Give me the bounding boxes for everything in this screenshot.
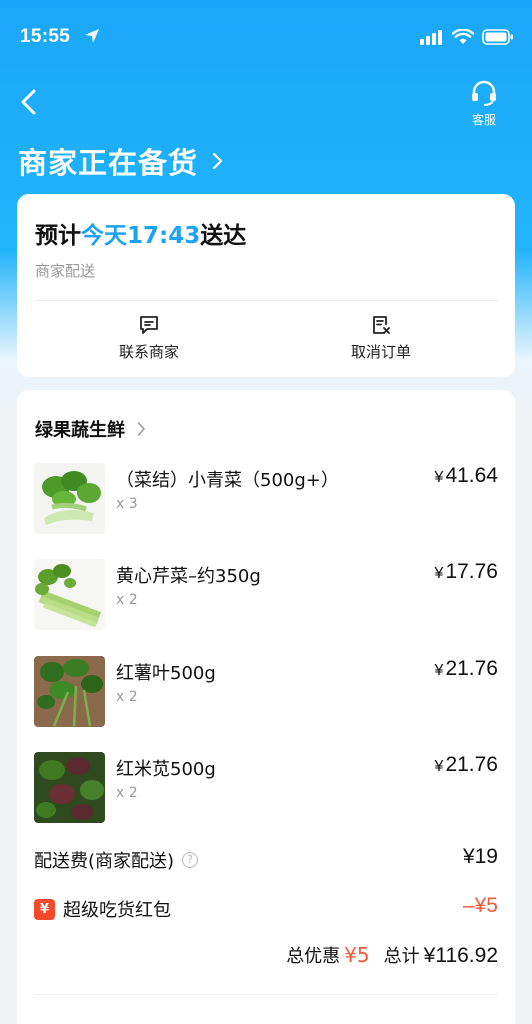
cancel-order-button[interactable]: 取消订单 <box>321 314 441 362</box>
order-totals: 总优惠 ¥5 总计 ¥116.92 <box>286 942 498 968</box>
headset-icon <box>472 80 496 106</box>
item-quantity: x 2 <box>116 785 138 801</box>
item-name: （菜结）小青菜（500g+） <box>116 470 339 491</box>
red-packet-value: –¥5 <box>462 894 498 917</box>
shop-name: 绿果蔬生鲜 <box>35 420 125 441</box>
signal-icon <box>420 29 444 49</box>
product-image <box>34 559 105 630</box>
red-packet-label: 超级吃货红包 <box>63 900 171 921</box>
item-price-value: 21.76 <box>445 657 498 680</box>
status-time: 15:55 <box>20 26 71 47</box>
item-quantity: x 2 <box>116 592 138 608</box>
currency-symbol: ¥ <box>434 565 444 582</box>
contact-merchant-label: 联系商家 <box>118 343 179 361</box>
message-icon <box>140 316 158 334</box>
delivery-fee-label-wrap: 配送费(商家配送) ? <box>34 847 199 873</box>
eta-prefix: 预计 <box>35 223 81 249</box>
customer-service-button[interactable]: 客服 <box>466 80 502 127</box>
customer-service-label: 客服 <box>471 113 496 127</box>
battery-icon <box>482 29 514 49</box>
item-quantity: x 2 <box>116 689 138 705</box>
item-price-value: 21.76 <box>445 753 498 776</box>
list-item[interactable]: 黄心芹菜–约350g x 2 ¥17.76 <box>34 559 498 631</box>
eta-text: 预计今天17:43送达 <box>35 216 246 250</box>
chevron-right-icon <box>212 152 223 170</box>
eta-time: 今天17:43 <box>81 223 201 249</box>
product-image <box>34 752 105 823</box>
item-price: ¥21.76 <box>435 657 498 681</box>
item-name: 红米苋500g <box>116 759 216 780</box>
item-price: ¥21.76 <box>435 753 498 777</box>
total-value: ¥116.92 <box>423 944 498 967</box>
status-indicators <box>420 28 514 49</box>
red-packet-row: ¥ 超级吃货红包 –¥5 <box>34 894 498 924</box>
divider <box>35 300 499 301</box>
wifi-icon <box>451 28 475 49</box>
item-price-value: 41.64 <box>445 464 498 487</box>
delivery-info-card: 预计今天17:43送达 商家配送 联系商家 取消订单 <box>17 194 515 377</box>
discount-value: ¥5 <box>344 943 370 967</box>
red-packet-label-wrap: ¥ 超级吃货红包 <box>34 896 171 922</box>
item-price: ¥17.76 <box>435 560 498 584</box>
shop-link[interactable]: 绿果蔬生鲜 <box>35 416 146 442</box>
total-label: 总计 <box>383 946 420 967</box>
location-arrow-icon <box>84 28 100 48</box>
chevron-right-icon <box>137 422 146 436</box>
currency-symbol: ¥ <box>434 469 444 486</box>
back-button[interactable] <box>16 86 46 118</box>
product-image <box>34 463 105 534</box>
chevron-left-icon <box>21 89 36 115</box>
eta-suffix: 送达 <box>200 223 247 249</box>
list-item[interactable]: 红薯叶500g x 2 ¥21.76 <box>34 656 498 728</box>
delivery-fee-label: 配送费(商家配送) <box>34 851 175 872</box>
divider <box>34 994 498 995</box>
contact-merchant-button[interactable]: 联系商家 <box>89 314 209 362</box>
delivery-fee-row: 配送费(商家配送) ? ¥19 <box>34 845 498 875</box>
list-item[interactable]: 红米苋500g x 2 ¥21.76 <box>34 752 498 824</box>
status-bar: 15:55 <box>0 0 532 76</box>
item-price: ¥41.64 <box>435 464 498 488</box>
item-name: 黄心芹菜–约350g <box>116 566 261 587</box>
product-image <box>34 656 105 727</box>
delivery-method: 商家配送 <box>35 262 96 280</box>
discount-label: 总优惠 <box>286 946 341 967</box>
item-price-value: 17.76 <box>445 560 498 583</box>
cancel-order-icon <box>373 316 390 334</box>
order-status-title[interactable]: 商家正在备货 <box>18 140 224 182</box>
item-name: 红薯叶500g <box>116 663 216 684</box>
order-details-card: 绿果蔬生鲜 （菜结）小青菜（500g+） x 3 ¥41.64 黄心芹菜–约35… <box>17 390 515 1024</box>
page-title: 商家正在备货 <box>18 146 199 180</box>
help-icon[interactable]: ? <box>182 852 199 868</box>
currency-symbol: ¥ <box>434 758 444 775</box>
delivery-fee-value: ¥19 <box>462 845 498 868</box>
item-quantity: x 3 <box>116 496 138 512</box>
list-item[interactable]: （菜结）小青菜（500g+） x 3 ¥41.64 <box>34 463 498 535</box>
red-packet-icon: ¥ <box>34 898 55 920</box>
cancel-order-label: 取消订单 <box>350 343 411 361</box>
currency-symbol: ¥ <box>434 662 444 679</box>
